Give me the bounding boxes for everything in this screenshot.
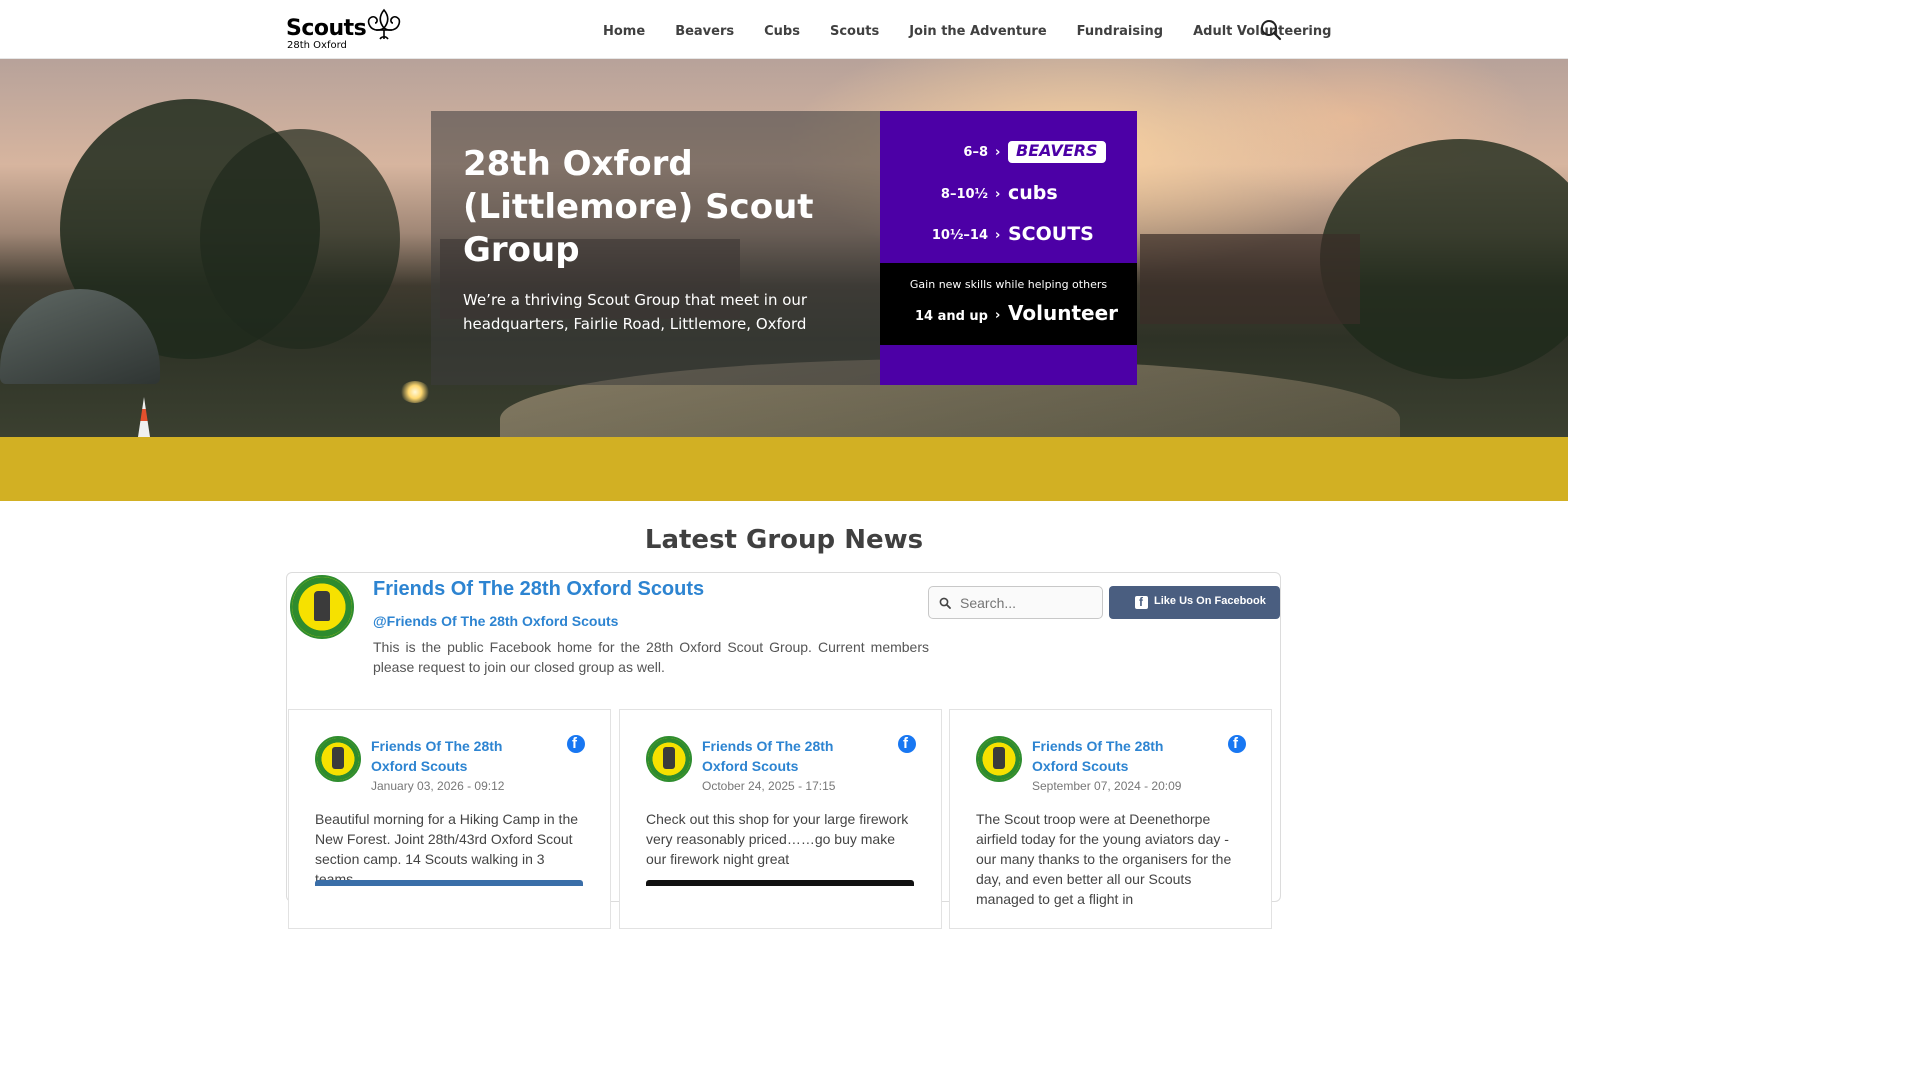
- hero-text-panel: 28th Oxford (Littlemore) Scout Group We’…: [431, 111, 880, 385]
- like-us-button[interactable]: Like Us On Facebook: [1109, 586, 1280, 619]
- section-link-beavers[interactable]: 6–8 › BEAVERS: [880, 138, 1137, 168]
- post-date[interactable]: September 07, 2024 - 20:09: [1032, 779, 1181, 793]
- nav-fundraising[interactable]: Fundraising: [1062, 22, 1178, 44]
- post-date[interactable]: October 24, 2025 - 17:15: [702, 779, 835, 793]
- chevron-right-icon: ›: [995, 308, 1001, 323]
- post-author[interactable]: Friends Of The 28th Oxford Scouts: [702, 736, 882, 776]
- background-house: [1140, 234, 1360, 324]
- facebook-icon[interactable]: [898, 735, 916, 753]
- beavers-logo: BEAVERS: [1008, 141, 1106, 163]
- page-avatar[interactable]: [290, 575, 354, 639]
- volunteer-label: Volunteer: [1008, 301, 1119, 325]
- logo-wordmark: Scouts: [286, 16, 367, 41]
- site-header: Scouts 28th Oxford Home Beavers Cubs Sco…: [0, 0, 1568, 59]
- post-author[interactable]: Friends Of The 28th Oxford Scouts: [1032, 736, 1212, 776]
- accent-band: [0, 437, 1568, 501]
- main-nav: Home Beavers Cubs Scouts Join the Advent…: [588, 22, 1346, 44]
- facebook-page-description: This is the public Facebook home for the…: [373, 639, 929, 675]
- hero-subtitle: We’re a thriving Scout Group that meet i…: [463, 291, 808, 333]
- post-author[interactable]: Friends Of The 28th Oxford Scouts: [371, 736, 551, 776]
- feed-search-box: [928, 586, 1103, 619]
- chevron-right-icon: ›: [995, 187, 1001, 202]
- volunteer-age-range: 14 and up: [914, 309, 988, 324]
- post-card: Friends Of The 28th Oxford Scouts Januar…: [288, 709, 611, 929]
- nav-home[interactable]: Home: [588, 22, 660, 44]
- scouts-logo[interactable]: Scouts 28th Oxford: [286, 8, 406, 54]
- section-links-panel: 6–8 › BEAVERS 8–10½ › cubs 10½–14 › SCOU…: [880, 111, 1137, 385]
- scouts-section-logo: SCOUTS: [1008, 223, 1094, 245]
- post-image[interactable]: [646, 880, 914, 886]
- facebook-page-handle[interactable]: @Friends Of The 28th Oxford Scouts: [373, 613, 618, 629]
- chevron-right-icon: ›: [995, 145, 1001, 160]
- search-icon[interactable]: [1260, 19, 1282, 41]
- nav-beavers[interactable]: Beavers: [660, 22, 749, 44]
- news-heading: Latest Group News: [644, 525, 924, 555]
- cubs-logo: cubs: [1008, 182, 1058, 204]
- post-card: Friends Of The 28th Oxford Scouts Septem…: [949, 709, 1272, 929]
- section-age-range: 10½–14: [931, 228, 988, 243]
- post-avatar[interactable]: [646, 736, 692, 782]
- lantern-glow: [400, 381, 430, 403]
- hero-banner: 28th Oxford (Littlemore) Scout Group We’…: [0, 59, 1568, 437]
- post-avatar[interactable]: [976, 736, 1022, 782]
- fleur-de-lis-icon: [367, 8, 401, 40]
- nav-scouts[interactable]: Scouts: [815, 22, 894, 44]
- nav-cubs[interactable]: Cubs: [749, 22, 815, 44]
- volunteer-tagline: Gain new skills while helping others: [909, 278, 1108, 291]
- volunteer-box: Gain new skills while helping others 14 …: [880, 263, 1137, 345]
- logo-group-name: 28th Oxford: [287, 40, 347, 51]
- section-link-cubs[interactable]: 8–10½ › cubs: [880, 180, 1137, 210]
- section-link-scouts[interactable]: 10½–14 › SCOUTS: [880, 221, 1137, 251]
- post-text: Beautiful morning for a Hiking Camp in t…: [315, 811, 579, 887]
- post-text: Check out this shop for your large firew…: [646, 811, 909, 867]
- facebook-icon[interactable]: [567, 735, 585, 753]
- traffic-cone: [138, 397, 150, 437]
- post-avatar[interactable]: [315, 736, 361, 782]
- nav-join-the-adventure[interactable]: Join the Adventure: [894, 22, 1061, 44]
- chevron-right-icon: ›: [995, 228, 1001, 243]
- search-icon: [939, 597, 951, 609]
- section-age-range: 6–8: [963, 145, 988, 160]
- post-card: Friends Of The 28th Oxford Scouts Octobe…: [619, 709, 942, 929]
- volunteer-link[interactable]: 14 and up › Volunteer: [880, 301, 1137, 331]
- facebook-page-name[interactable]: Friends Of The 28th Oxford Scouts: [373, 578, 704, 601]
- facebook-icon[interactable]: [1228, 735, 1246, 753]
- page-title: 28th Oxford (Littlemore) Scout Group: [463, 144, 814, 270]
- post-date[interactable]: January 03, 2026 - 09:12: [371, 779, 504, 793]
- like-us-label: Like Us On Facebook: [1154, 595, 1266, 607]
- facebook-feed-widget: Friends Of The 28th Oxford Scouts @Frien…: [286, 572, 1281, 929]
- post-image[interactable]: [315, 880, 583, 886]
- post-text: The Scout troop were at Deenethorpe airf…: [976, 811, 1232, 907]
- feed-search-input[interactable]: [960, 588, 1098, 617]
- facebook-square-icon: [1135, 595, 1148, 609]
- section-age-range: 8–10½: [940, 187, 988, 202]
- background-tree: [200, 129, 400, 349]
